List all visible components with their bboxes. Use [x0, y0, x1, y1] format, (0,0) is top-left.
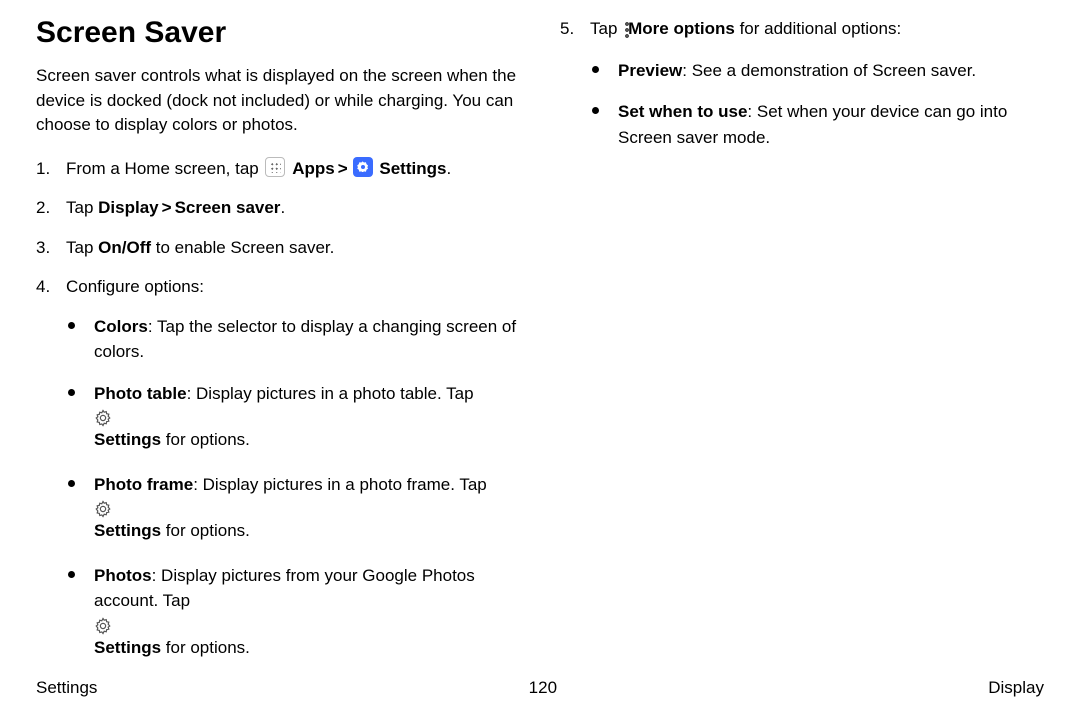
apps-label: Apps	[292, 159, 335, 178]
text: Tap	[66, 238, 98, 257]
page-footer: Settings 120 Display	[36, 678, 1044, 698]
settings-icon	[353, 157, 373, 177]
text: to enable Screen saver.	[151, 238, 334, 257]
options-list: Colors: Tap the selector to display a ch…	[66, 314, 520, 664]
list-item: Photo frame: Display pictures in a photo…	[66, 472, 520, 547]
apps-icon	[265, 157, 285, 177]
text: Tap	[66, 198, 98, 217]
option-name: Photo table	[94, 384, 187, 403]
more-options-label: More options	[628, 19, 735, 38]
text: : See a demonstration of Screen saver.	[682, 61, 976, 80]
text: .	[280, 198, 285, 217]
settings-label: Settings	[94, 430, 161, 449]
chevron-right-icon: >	[338, 156, 348, 182]
list-item: Colors: Tap the selector to display a ch…	[66, 314, 520, 365]
onoff-label: On/Off	[98, 238, 151, 257]
option-name: Photo frame	[94, 475, 193, 494]
settings-label: Settings	[94, 521, 161, 540]
settings-label: Settings	[94, 638, 161, 657]
list-item: Photo table: Display pictures in a photo…	[66, 381, 520, 456]
display-label: Display	[98, 198, 158, 217]
option-name: Photos	[94, 566, 152, 585]
screen-saver-label: Screen saver	[175, 198, 281, 217]
page-number: 120	[529, 678, 557, 698]
option-name: Set when to use	[618, 102, 747, 121]
list-item: Set when to use: Set when your device ca…	[590, 99, 1044, 150]
footer-left: Settings	[36, 678, 97, 698]
option-name: Preview	[618, 61, 682, 80]
text: : Tap the selector to display a changing…	[94, 317, 516, 362]
text: Configure options:	[66, 277, 204, 296]
list-item: Preview: See a demonstration of Screen s…	[590, 58, 1044, 84]
text: .	[446, 159, 451, 178]
text: for options.	[161, 430, 250, 449]
intro-text: Screen saver controls what is displayed …	[36, 64, 520, 138]
footer-right: Display	[988, 678, 1044, 698]
option-name: Colors	[94, 317, 148, 336]
text: for additional options:	[735, 19, 901, 38]
text: for options.	[161, 521, 250, 540]
steps-list-continued: Tap More options for additional options:…	[560, 16, 1044, 150]
gear-icon	[94, 500, 520, 518]
text: From a Home screen, tap	[66, 159, 263, 178]
gear-icon	[94, 617, 520, 635]
page-title: Screen Saver	[36, 16, 520, 50]
text: : Display pictures in a photo table. Tap	[187, 384, 474, 403]
gear-icon	[94, 409, 520, 427]
settings-label: Settings	[379, 159, 446, 178]
step-3: Tap On/Off to enable Screen saver.	[36, 235, 520, 261]
chevron-right-icon: >	[162, 195, 172, 221]
text: : Display pictures from your Google Phot…	[94, 566, 475, 611]
step-4: Configure options: Colors: Tap the selec…	[36, 274, 520, 663]
text: : Display pictures in a photo frame. Tap	[193, 475, 487, 494]
step-5: Tap More options for additional options:…	[560, 16, 1044, 150]
text: for options.	[161, 638, 250, 657]
more-options-list: Preview: See a demonstration of Screen s…	[590, 58, 1044, 151]
step-2: Tap Display>Screen saver.	[36, 195, 520, 221]
steps-list: From a Home screen, tap Apps> Settings. …	[36, 156, 520, 664]
text: Tap	[590, 19, 622, 38]
list-item: Photos: Display pictures from your Googl…	[66, 563, 520, 664]
step-1: From a Home screen, tap Apps> Settings.	[36, 156, 520, 182]
